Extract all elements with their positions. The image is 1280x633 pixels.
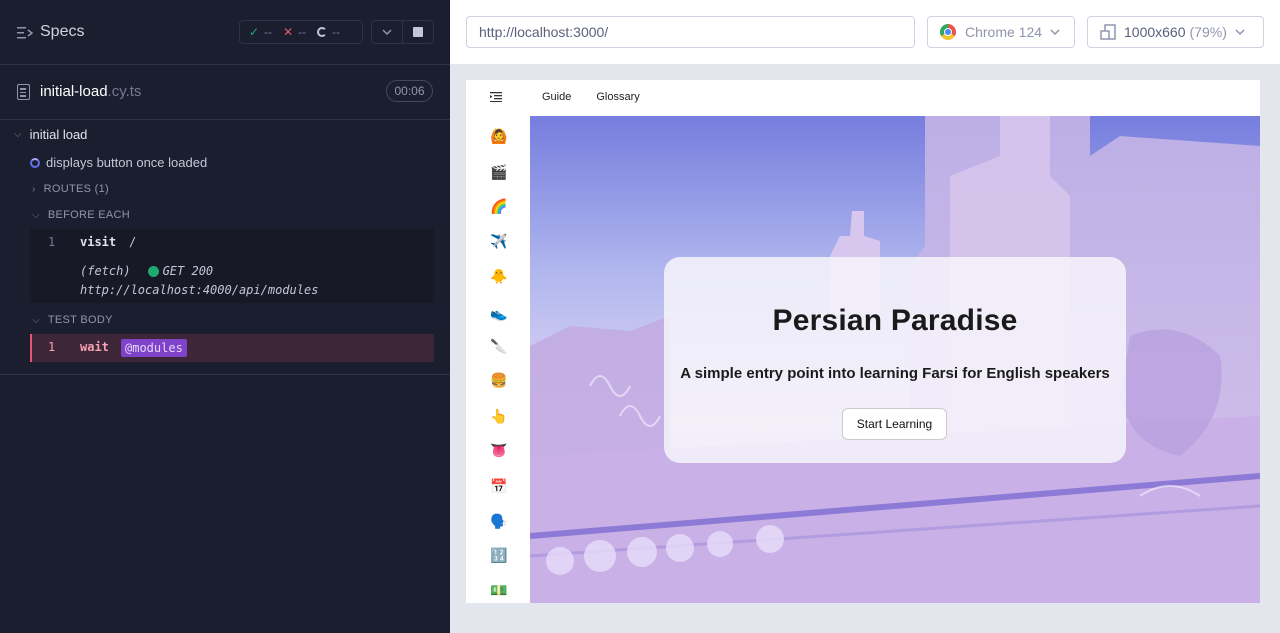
hero-title: Persian Paradise: [772, 304, 1018, 337]
alias-badge: @modules: [121, 339, 187, 357]
runnables-list: ⌵ initial load displays button once load…: [0, 120, 450, 375]
visit-command[interactable]: 1 visit / (fetch) GET 200 http://localho…: [30, 229, 434, 303]
hero-card: Persian Paradise A simple entry point in…: [664, 257, 1126, 463]
pending-count: --: [332, 25, 341, 39]
sidebar-item-icon[interactable]: 🎬: [490, 163, 508, 181]
viewport-icon: [1100, 24, 1116, 40]
sidebar-item-icon[interactable]: 💵: [490, 581, 508, 599]
reporter-panel: Specs ✓ -- ✕ -- -- initial-load.cy.ts 00…: [0, 0, 450, 633]
x-icon: ✕: [283, 25, 294, 39]
viewport-selector[interactable]: 1000x660 (79%): [1087, 16, 1264, 48]
specs-title[interactable]: Specs: [40, 23, 84, 41]
spec-file-basename: initial-load: [40, 83, 108, 100]
passed-count: --: [264, 25, 273, 39]
sidebar-item-icon[interactable]: 🔪: [490, 337, 508, 355]
browser-selector[interactable]: Chrome 124: [927, 16, 1075, 48]
spec-file-row: initial-load.cy.ts 00:06: [0, 65, 450, 120]
chevron-down-icon: [1050, 29, 1060, 35]
sidebar-item-icon[interactable]: 🙆: [490, 127, 508, 145]
passed-stat: ✓ --: [249, 25, 272, 39]
running-spinner-icon: [30, 157, 40, 168]
chrome-icon: [940, 24, 956, 40]
chevron-down-icon: [1235, 29, 1245, 35]
sidebar-item-icon[interactable]: 🍔: [490, 371, 508, 389]
app-frame: Guide Glossary 🙆 🎬 🌈 ✈️ 🐥 👟 🔪 🍔 👆 👅 📅 🗣️…: [466, 80, 1260, 603]
chevron-down-icon: ⌵: [14, 129, 22, 140]
command-number: 1: [48, 235, 56, 249]
nav-guide[interactable]: Guide: [542, 91, 571, 103]
sidebar-item-icon[interactable]: ✈️: [490, 232, 508, 250]
viewport-zoom: (79%): [1189, 24, 1227, 40]
start-learning-button[interactable]: Start Learning: [842, 408, 947, 440]
hero-subtitle: A simple entry point into learning Farsi…: [680, 365, 1110, 382]
url-bar[interactable]: http://localhost:3000/: [466, 16, 915, 48]
spec-file-ext: .cy.ts: [107, 83, 142, 100]
suite-label: initial load: [29, 127, 88, 142]
test-title[interactable]: displays button once loaded: [30, 155, 207, 170]
sidebar-item-icon[interactable]: 🔢: [490, 546, 508, 564]
suite-title[interactable]: ⌵ initial load: [14, 127, 87, 142]
failed-stat: ✕ --: [283, 25, 306, 39]
stats-bar: ✓ -- ✕ -- --: [239, 20, 363, 44]
chevron-down-icon: ⌵: [32, 314, 40, 326]
app-sidebar: 🙆 🎬 🌈 ✈️ 🐥 👟 🔪 🍔 👆 👅 📅 🗣️ 🔢 💵: [466, 116, 530, 603]
stop-icon: [413, 27, 423, 37]
command-name: visit: [80, 235, 117, 249]
routes-label: ROUTES (1): [43, 183, 109, 195]
test-label: displays button once loaded: [46, 155, 208, 170]
sidebar-item-icon[interactable]: 🌈: [490, 197, 508, 215]
fetch-log[interactable]: (fetch) GET 200: [80, 264, 213, 278]
sidebar-item-icon[interactable]: 📅: [490, 477, 508, 495]
test-body-label: TEST BODY: [47, 314, 113, 326]
document-icon: [17, 84, 30, 100]
sidebar-item-icon[interactable]: 🗣️: [490, 512, 508, 530]
sidebar-item-icon[interactable]: 👆: [490, 407, 508, 425]
browser-label: Chrome 124: [965, 24, 1043, 40]
command-number: 1: [48, 340, 56, 354]
app-nav: Guide Glossary: [542, 91, 665, 103]
fetch-status: GET 200: [162, 264, 214, 278]
routes-toggle[interactable]: › ROUTES (1): [32, 183, 109, 195]
viewport-size: 1000x660: [1124, 24, 1186, 40]
command-arg: /: [129, 235, 137, 249]
hero-section: Persian Paradise A simple entry point in…: [530, 116, 1260, 603]
chevron-down-icon: ⌵: [32, 209, 40, 221]
failed-count: --: [298, 25, 307, 39]
sidebar-item-icon[interactable]: 👟: [490, 304, 508, 322]
before-each-toggle[interactable]: ⌵ BEFORE EACH: [32, 209, 130, 221]
command-name: wait: [80, 340, 109, 354]
sidebar-item-icon[interactable]: 🐥: [490, 267, 508, 285]
before-each-label: BEFORE EACH: [47, 209, 131, 221]
duration-badge: 00:06: [386, 80, 433, 102]
stop-button[interactable]: [402, 20, 434, 44]
nav-glossary[interactable]: Glossary: [596, 91, 639, 103]
aut-header: http://localhost:3000/ Chrome 124 1000x6…: [450, 0, 1280, 64]
test-body-toggle[interactable]: ⌵ TEST BODY: [32, 314, 113, 326]
chevron-right-icon: ›: [32, 183, 36, 195]
fetch-url: http://localhost:4000/api/modules: [80, 283, 319, 297]
pending-spinner-icon: [317, 27, 328, 37]
reporter-header: Specs ✓ -- ✕ -- --: [0, 0, 450, 65]
status-dot-icon: [147, 265, 159, 277]
spec-file-name[interactable]: initial-load.cy.ts: [40, 83, 141, 100]
sidebar-toggle-icon[interactable]: [490, 92, 502, 102]
fetch-label: (fetch): [80, 264, 131, 278]
sidebar-item-icon[interactable]: 👅: [490, 441, 508, 459]
wait-command[interactable]: 1 wait @modules: [30, 334, 434, 362]
check-icon: ✓: [249, 25, 260, 39]
collapse-button[interactable]: [371, 20, 403, 44]
chevron-down-icon: [382, 29, 392, 35]
pending-stat: --: [317, 25, 340, 39]
specs-list-icon[interactable]: [17, 26, 33, 40]
